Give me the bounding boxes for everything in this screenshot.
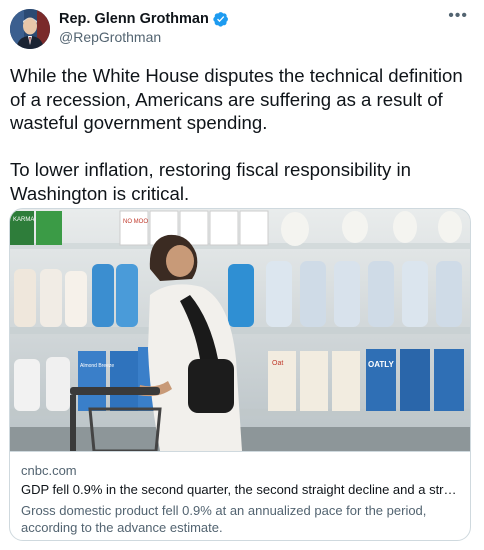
link-card[interactable]: KARMA NO MOO Almond Breeze Oat OATLY cnb… [9,208,471,541]
verified-badge-icon [213,11,229,27]
more-options-icon[interactable]: ••• [448,8,468,24]
no-moo-label: NO MOO [123,219,148,225]
tweet-paragraph-1: While the White House disputes the techn… [10,65,463,133]
card-description: Gross domestic product fell 0.9% at an a… [21,503,427,535]
oatly-label: OATLY [368,360,394,369]
tweet-text: While the White House disputes the techn… [10,64,472,205]
author-name-row: Rep. Glenn Grothman [59,11,229,27]
oat-label: Oat [272,360,283,367]
card-title: GDP fell 0.9% in the second quarter, the… [21,482,461,497]
author-handle[interactable]: @RepGrothman [59,29,161,45]
card-image[interactable]: KARMA NO MOO Almond Breeze Oat OATLY [10,209,470,453]
author-name[interactable]: Rep. Glenn Grothman [59,11,209,27]
card-domain: cnbc.com [21,463,77,478]
almond-label: Almond Breeze [80,363,114,369]
card-meta[interactable]: cnbc.com GDP fell 0.9% in the second qua… [10,451,470,540]
karma-label: KARMA [13,217,34,223]
tweet: Rep. Glenn Grothman @RepGrothman ••• Whi… [0,0,484,550]
profile-avatar[interactable] [10,9,50,49]
tweet-paragraph-2: To lower inflation, restoring fiscal res… [10,159,411,204]
